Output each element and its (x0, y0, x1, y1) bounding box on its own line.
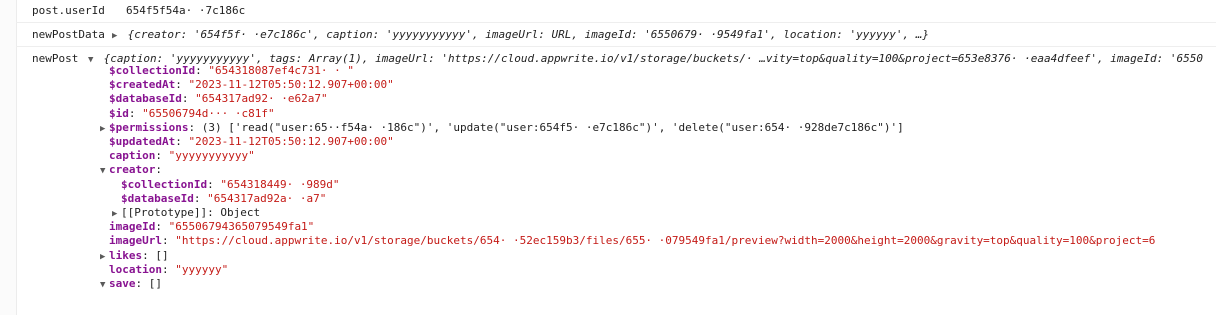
property-key: likes (109, 248, 143, 262)
tree-line-createdAt: $createdAt: "2023-11-12T05:50:12.907+00:… (100, 78, 394, 92)
tree-line-permissions[interactable]: ▶ $permissions: (3) ['read("user:65··f54a… (100, 121, 904, 136)
log-value: {creator: '654f5f· ·e7c186c', caption: '… (127, 28, 929, 41)
tree-line-creator-databaseId: $databaseId: "654317ad92a· ·a7" (112, 192, 326, 206)
colon: : (175, 135, 189, 148)
property-value: "https://cloud.appwrite.io/v1/storage/bu… (175, 234, 1156, 248)
console-row-userid: post.userId 654f5f54a· ·7c186c (16, 0, 1216, 23)
property-key: imageUrl (109, 234, 162, 248)
property-value: [] (155, 248, 169, 262)
property-key: caption (109, 149, 156, 163)
property-key: save (109, 277, 136, 290)
tree-line-updatedAt: $updatedAt: "2023-11-12T05:50:12.907+00:… (100, 135, 394, 149)
colon: : (181, 92, 196, 106)
tree-line-imageId: imageId: "65506794365079549fa1" (100, 220, 314, 234)
colon: : (161, 234, 176, 248)
colon: : (128, 106, 143, 120)
caret-down-icon: ▼ (100, 166, 106, 177)
property-key: location (109, 262, 162, 276)
tree-line-imageUrl: imageUrl: "https://cloud.appwrite.io/v1/… (100, 234, 1155, 248)
colon: : (155, 149, 169, 163)
property-value: "2023-11-12T05:50:12.907+00:00" (188, 78, 394, 92)
tree-line-location: location: "yyyyyy" (100, 263, 228, 277)
property-key: $updatedAt (109, 135, 176, 148)
tree-line-creator-collectionId: $collectionId: "654318449· ·989d" (112, 178, 340, 192)
caret-right-icon: ▶ (100, 123, 106, 134)
property-value: "yyyyyy" (175, 262, 229, 276)
property-value: "654317ad92· ·e62a7" (195, 92, 328, 106)
console-row-newpost: newPost ▼ {caption: 'yyyyyyyyyyy', tags:… (16, 48, 1216, 315)
caret-right-icon: ▶ (112, 31, 118, 41)
property-value: (3) ['read("user:65··f54a· ·186c")', 'up… (201, 120, 904, 134)
colon: : (155, 220, 169, 234)
colon: : (195, 64, 209, 77)
colon: : (142, 248, 156, 262)
tree-line-saves[interactable]: ▼ save: [] (100, 277, 162, 292)
tree-line-prototype[interactable]: ▶ [[Prototype]]: Object (112, 206, 260, 221)
colon: : (135, 277, 149, 290)
colon: : (175, 78, 189, 92)
console-gutter (0, 0, 17, 315)
property-value: "yyyyyyyyyyy" (168, 149, 255, 163)
expand-newpostdata-toggle[interactable]: ▶ {creator: '654f5f· ·e7c186c', caption:… (112, 28, 929, 41)
property-value: [] (148, 277, 162, 290)
property-key: $databaseId (121, 191, 194, 205)
property-key: creator (109, 163, 156, 177)
caret-down-icon: ▼ (88, 55, 94, 65)
property-key: $createdAt (109, 78, 176, 92)
property-key: $collectionId (109, 64, 196, 77)
log-label: newPostData (32, 28, 105, 41)
log-label: post.userId (32, 4, 105, 17)
property-key: $permissions (109, 120, 189, 134)
console-row-newpostdata: newPostData ▶ {creator: '654f5f· ·e7c186… (16, 24, 1216, 47)
colon: : (188, 120, 202, 134)
property-value: "654318087ef4c731· · " (208, 64, 355, 77)
colon: : (207, 206, 221, 219)
caret-right-icon: ▶ (112, 209, 118, 219)
tree-line-id: $id: "65506794d··· ·c81f" (100, 107, 275, 121)
log-label: newPost (32, 52, 79, 65)
property-value: "2023-11-12T05:50:12.907+00:00" (188, 135, 394, 148)
tree-line-creator[interactable]: ▼ creator: (100, 163, 162, 178)
property-key: $databaseId (109, 92, 182, 106)
colon: : (161, 262, 176, 276)
tree-line-databaseId: $databaseId: "654317ad92· ·e62a7" (100, 92, 328, 106)
colon: : (193, 191, 208, 205)
tree-line-caption: caption: "yyyyyyyyyyy" (100, 149, 255, 163)
property-key: [[Prototype]] (121, 206, 208, 219)
property-value: "654317ad92a· ·a7" (207, 191, 327, 205)
tree-line-likes[interactable]: ▶ likes: [] (100, 249, 169, 264)
log-value: 654f5f54a· ·7c186c (126, 4, 246, 17)
property-value: "65506794d··· ·c81f" (142, 106, 275, 120)
colon: : (155, 163, 162, 177)
property-key: $id (109, 106, 129, 120)
caret-down-icon: ▼ (100, 280, 106, 290)
tree-line-collectionId: $collectionId: "654318087ef4c731· · " (100, 64, 354, 78)
colon: : (207, 177, 221, 191)
property-value: "654318449· ·989d" (220, 177, 340, 191)
property-key: $collectionId (121, 177, 208, 191)
property-value: "65506794365079549fa1" (168, 220, 315, 234)
caret-right-icon: ▶ (100, 251, 106, 262)
property-key: imageId (109, 220, 156, 234)
property-value: Object (220, 206, 261, 219)
